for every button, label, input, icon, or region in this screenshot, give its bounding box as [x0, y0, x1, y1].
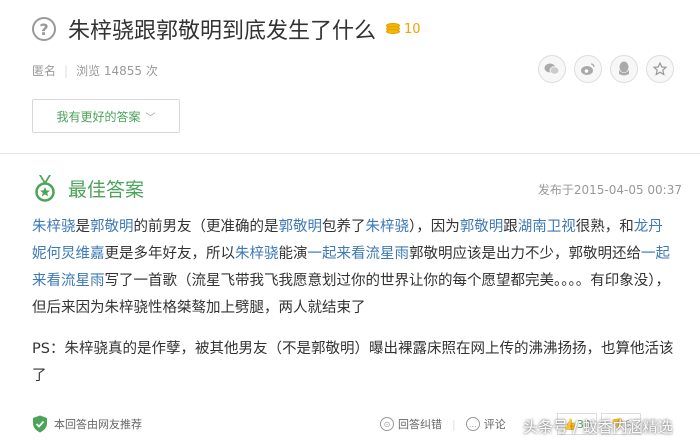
keyword-link[interactable]: 朱梓骁	[366, 219, 410, 235]
shield-check-icon	[33, 415, 47, 433]
report-label: 回答纠错	[398, 418, 442, 431]
question-title: 朱梓骁跟郭敬明到底发生了什么	[68, 19, 377, 44]
answer-text: 包养了	[322, 219, 366, 235]
answer-body: 朱梓骁是郭敬明的前男友（更准确的是郭敬明包养了朱梓骁），因为郭敬明跟湖南卫视很熟…	[32, 214, 677, 390]
action-divider: |	[452, 417, 456, 431]
chevron-down-icon: ﹀	[145, 112, 156, 124]
keyword-link[interactable]: 朱梓骁	[32, 219, 76, 235]
wechat-icon[interactable]	[538, 55, 566, 83]
best-answer-header: 最佳答案	[34, 174, 144, 202]
recommend-note: 本回答由网友推荐	[32, 415, 142, 433]
coin-stack-icon	[386, 23, 401, 35]
answer-paragraph-2: PS：朱梓骁真的是作孽，被其他男友（不是郭敬明）曝出裸露床照在网上传的沸沸扬扬，…	[32, 341, 674, 384]
question-meta: 匿名 | 浏览 14855 次	[32, 62, 158, 79]
answer-text: 写了一首歌（流星飞带我飞我愿意划过你的世界让你的每个愿望都完美。。。。有印象没）…	[32, 273, 670, 316]
answer-actions: ⊙ 回答纠错 | … 评论	[380, 416, 506, 432]
answer-text: 能演	[278, 246, 308, 262]
answer-text: ），因为	[409, 219, 460, 235]
meta-divider: |	[64, 63, 69, 78]
keyword-link[interactable]: 湖南卫视	[518, 219, 576, 235]
weibo-icon[interactable]	[574, 55, 602, 83]
author-label: 匿名	[32, 64, 57, 78]
section-divider	[0, 153, 700, 154]
keyword-link[interactable]: 何炅	[47, 246, 76, 262]
better-answer-label: 我有更好的答案	[56, 109, 141, 124]
keyword-link[interactable]: 维嘉	[76, 246, 105, 262]
report-icon: ⊙	[380, 417, 394, 431]
watermark: 头条号 / 蚊香内涵精选	[523, 418, 673, 436]
medal-icon	[35, 175, 55, 202]
comment-button[interactable]: … 评论	[465, 416, 506, 432]
answer-text: 很熟，和	[575, 219, 634, 235]
answer-text: 是	[75, 219, 91, 235]
question-header: ? 朱梓骁跟郭敬明到底发生了什么 10	[32, 14, 421, 44]
keyword-link[interactable]: 郭敬明	[90, 219, 134, 235]
view-count: 浏览 14855 次	[76, 64, 158, 78]
report-button[interactable]: ⊙ 回答纠错	[380, 416, 442, 432]
reward-badge: 10	[386, 22, 421, 37]
publish-date: 发布于2015-04-05 00:37	[537, 183, 682, 197]
comment-label: 评论	[483, 418, 506, 431]
better-answer-button[interactable]: 我有更好的答案 ﹀	[32, 99, 180, 133]
keyword-link[interactable]: 郭敬明	[460, 219, 504, 235]
keyword-link[interactable]: 一起来看流星雨	[308, 246, 410, 262]
answer-text: 郭敬明应该是出力不少，郭敬明还给	[409, 246, 641, 262]
answer-text: 的前男友（更准确的是	[133, 219, 279, 235]
reward-value: 10	[404, 21, 421, 37]
question-circle-icon: ?	[32, 17, 56, 41]
qq-icon[interactable]	[610, 55, 638, 83]
keyword-link[interactable]: 朱梓骁	[235, 246, 279, 262]
recommend-label: 本回答由网友推荐	[54, 418, 142, 431]
answer-text: 更是多年好友，所以	[104, 246, 236, 262]
answer-text: 跟	[503, 219, 518, 235]
comment-icon: …	[465, 417, 480, 431]
keyword-link[interactable]: 郭敬明	[279, 219, 323, 235]
star-icon[interactable]	[646, 55, 674, 83]
best-answer-title: 最佳答案	[68, 178, 145, 201]
share-bar	[538, 55, 674, 83]
answer-paragraph-1: 朱梓骁是郭敬明的前男友（更准确的是郭敬明包养了朱梓骁），因为郭敬明跟湖南卫视很熟…	[32, 214, 677, 322]
